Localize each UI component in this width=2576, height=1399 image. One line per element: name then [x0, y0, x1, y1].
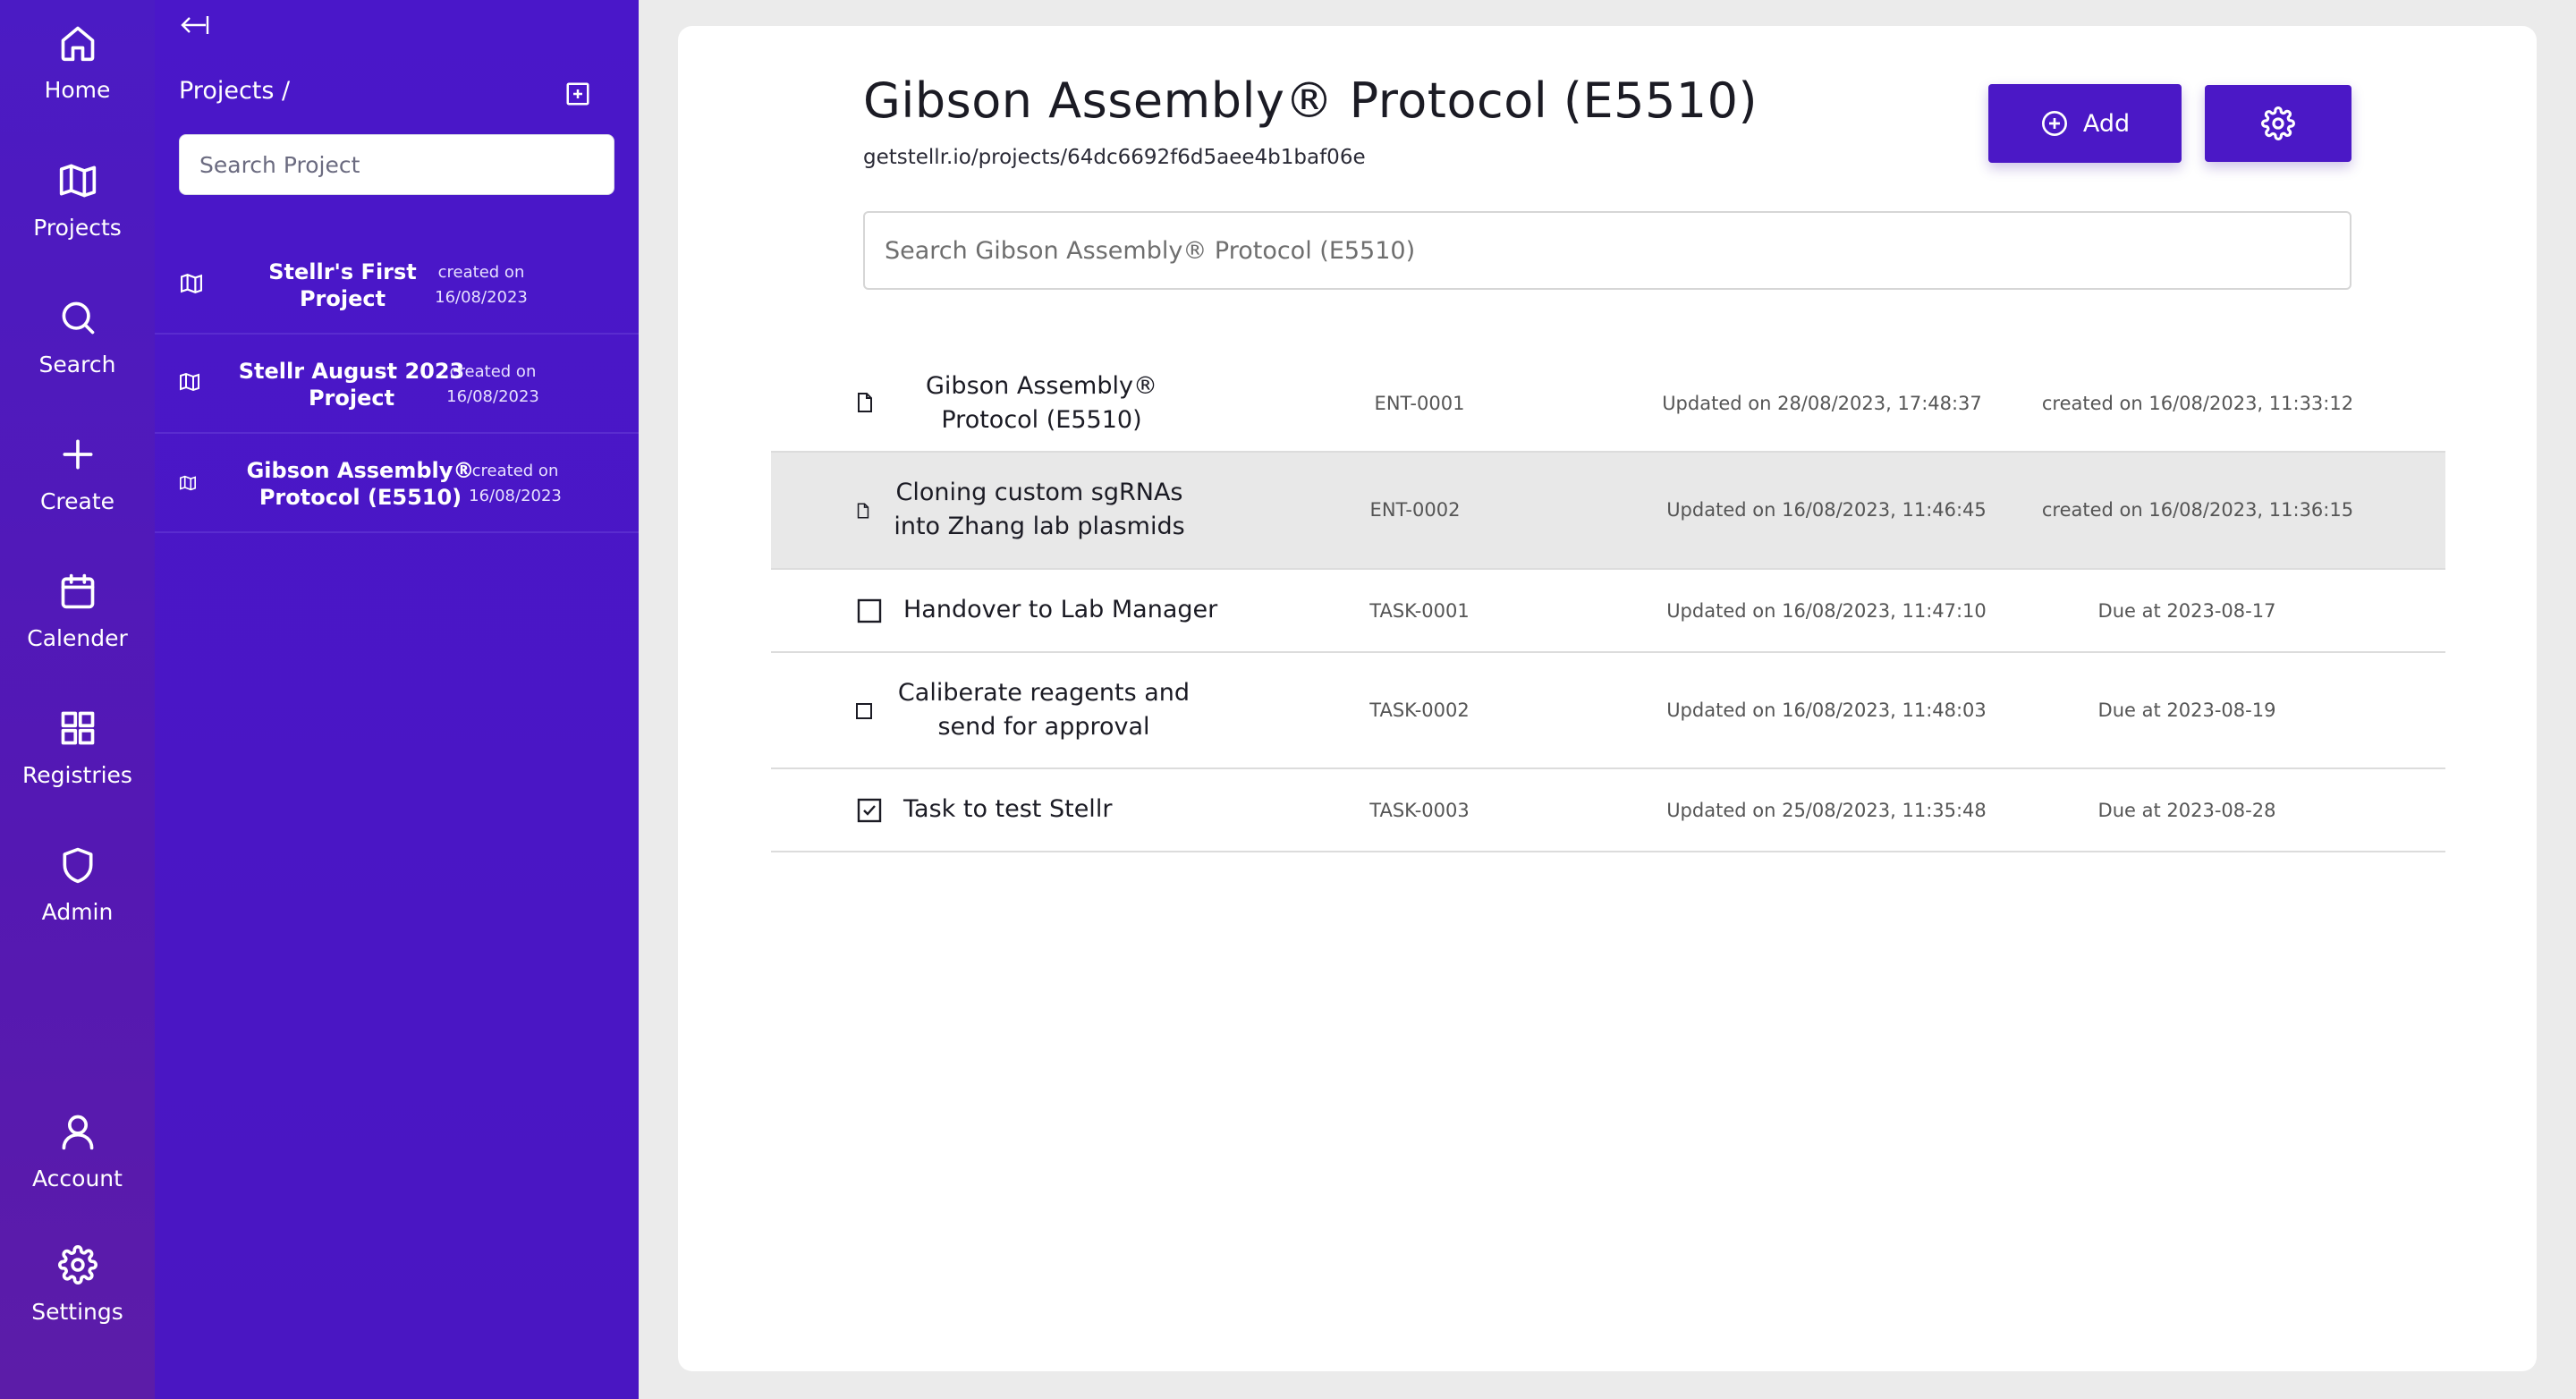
main-nav-rail: Home Projects Search Create Calender Reg…: [0, 0, 155, 1399]
checkbox-icon[interactable]: [855, 702, 873, 724]
plus-square-icon: [566, 82, 589, 106]
table-row[interactable]: Gibson Assembly® Protocol (E5510) ENT-000…: [771, 357, 2445, 453]
project-list-item[interactable]: Stellr August 2023 Project created on 16/0…: [155, 335, 639, 434]
new-project-button[interactable]: [564, 81, 591, 107]
row-created: created on 16/08/2023, 11:36:15: [2041, 499, 2354, 521]
row-updated: Updated on 16/08/2023, 11:48:03: [1666, 700, 1987, 721]
table-row[interactable]: Task to test Stellr TASK-0003 Updated on…: [771, 769, 2445, 852]
entry-search-input[interactable]: [863, 211, 2351, 290]
nav-admin[interactable]: Admin: [0, 845, 155, 953]
row-updated: Updated on 25/08/2023, 11:35:48: [1666, 800, 1987, 821]
row-id: TASK-0002: [1369, 700, 1470, 721]
row-created: created on 16/08/2023, 11:33:12: [2041, 393, 2354, 414]
row-title: Cloning custom sgRNAs into Zhang lab plas…: [894, 479, 1185, 540]
project-created: created on 16/08/2023: [435, 263, 528, 307]
collapse-panel-button[interactable]: [179, 13, 215, 43]
add-button[interactable]: Add: [1988, 84, 2182, 163]
home-icon: [61, 26, 94, 62]
table-row[interactable]: Handover to Lab Manager TASK-0001 Update…: [771, 570, 2445, 653]
row-title: Handover to Lab Manager: [903, 596, 1218, 623]
calendar-icon: [61, 573, 94, 609]
project-settings-button[interactable]: [2205, 85, 2351, 162]
file-icon: [857, 503, 869, 522]
nav-registries[interactable]: Registries: [0, 708, 155, 816]
checked-checkbox-icon[interactable]: [857, 798, 882, 827]
row-updated: Updated on 28/08/2023, 17:48:37: [1662, 393, 1982, 414]
table-row[interactable]: Caliberate reagents and send for approval…: [771, 653, 2445, 769]
row-due: Due at 2023-08-17: [2097, 600, 2276, 622]
nav-account[interactable]: Account: [0, 1112, 155, 1219]
arrow-left-to-line-icon: [181, 16, 209, 34]
row-id: TASK-0001: [1369, 600, 1470, 622]
map-icon: [179, 273, 204, 298]
projects-breadcrumb: Projects /: [179, 77, 291, 105]
nav-search-label: Search: [38, 352, 116, 377]
project-created: created on 16/08/2023: [446, 362, 539, 406]
nav-search[interactable]: Search: [0, 298, 155, 405]
map-icon: [59, 164, 96, 198]
checkbox-icon[interactable]: [857, 598, 882, 627]
add-button-label: Add: [2082, 109, 2131, 138]
nav-calender[interactable]: Calender: [0, 572, 155, 679]
page-title: Gibson Assembly® Protocol (E5510): [863, 72, 1758, 129]
project-list-item[interactable]: Gibson Assembly® Protocol (E5510) created…: [155, 434, 639, 533]
nav-projects[interactable]: Projects: [0, 161, 155, 268]
gear-icon: [57, 1245, 97, 1285]
plus-icon: [63, 439, 92, 470]
row-title: Gibson Assembly® Protocol (E5510): [926, 372, 1157, 434]
row-id: TASK-0003: [1369, 800, 1470, 821]
nav-calender-label: Calender: [27, 625, 128, 651]
plus-circle-icon: [2041, 111, 2067, 136]
row-id: ENT-0001: [1374, 393, 1465, 414]
nav-create-label: Create: [39, 488, 115, 514]
grid-icon: [61, 711, 94, 745]
row-title: Task to test Stellr: [903, 795, 1113, 823]
nav-home[interactable]: Home: [0, 23, 155, 131]
nav-registries-label: Registries: [22, 762, 132, 788]
file-icon: [857, 393, 873, 416]
nav-settings[interactable]: Settings: [0, 1245, 155, 1352]
user-icon: [62, 1115, 93, 1150]
project-search-input[interactable]: [179, 134, 614, 195]
gear-icon: [2261, 106, 2295, 140]
nav-projects-label: Projects: [33, 215, 122, 241]
map-icon: [179, 475, 197, 495]
row-updated: Updated on 16/08/2023, 11:47:10: [1666, 600, 1987, 622]
nav-home-label: Home: [44, 77, 111, 103]
projects-panel: Projects / Stellr's FirstProject created…: [155, 0, 639, 1399]
row-id: ENT-0002: [1369, 499, 1461, 521]
table-row[interactable]: Cloning custom sgRNAs into Zhang lab plas…: [771, 453, 2445, 570]
map-icon: [179, 372, 200, 395]
nav-settings-label: Settings: [31, 1299, 123, 1325]
search-icon: [62, 301, 94, 335]
project-list-item[interactable]: Stellr's First Project created on 16/08/20…: [155, 235, 639, 335]
shield-icon: [63, 847, 92, 884]
project-url: getstellr.io/projects/64dc6692f6d5aee4b1…: [863, 146, 1366, 169]
project-detail-card: Gibson Assembly® Protocol (E5510) getste…: [678, 26, 2537, 1371]
project-created: created on 16/08/2023: [469, 462, 562, 505]
nav-create[interactable]: Create: [0, 435, 155, 542]
nav-account-label: Account: [32, 1166, 123, 1191]
row-title: Caliberate reagents and send for approval: [897, 679, 1191, 741]
row-due: Due at 2023-08-28: [2097, 800, 2276, 821]
nav-admin-label: Admin: [41, 899, 114, 925]
row-updated: Updated on 16/08/2023, 11:46:45: [1666, 499, 1987, 521]
row-due: Due at 2023-08-19: [2097, 700, 2276, 721]
